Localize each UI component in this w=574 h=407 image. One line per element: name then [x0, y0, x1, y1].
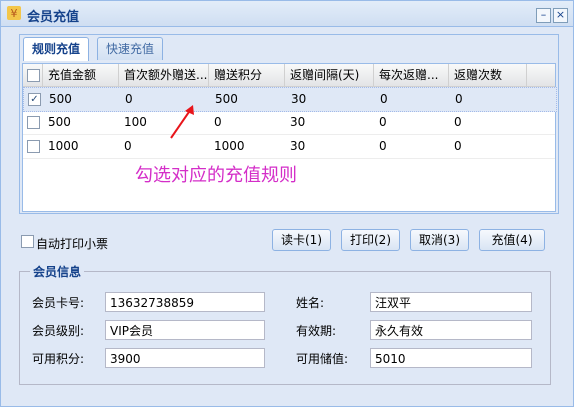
- table-cell: 30: [290, 139, 306, 153]
- arrow-icon: [170, 105, 194, 139]
- col-header[interactable]: 返赠次数: [449, 64, 527, 86]
- cancel-button[interactable]: 取消(3): [410, 229, 469, 251]
- rules-grid: 充值金额 首次额外赠送... 赠送积分 返赠间隔(天) 每次返赠... 返赠次数…: [22, 63, 557, 212]
- tab-panel: 规则充值 快速充值 充值金额 首次额外赠送... 赠送积分 返赠间隔(天) 每次…: [19, 34, 559, 214]
- auto-print-checkbox[interactable]: [21, 235, 34, 248]
- table-cell: 0: [125, 92, 133, 106]
- card-number-field[interactable]: 13632738859: [105, 292, 265, 312]
- table-cell: 30: [291, 92, 307, 106]
- table-cell: 1000: [48, 139, 79, 153]
- table-cell: 100: [124, 115, 147, 129]
- read-card-button[interactable]: 读卡(1): [272, 229, 331, 251]
- tab-quick-recharge[interactable]: 快速充值: [97, 37, 164, 60]
- name-field[interactable]: 汪双平: [370, 292, 532, 312]
- table-cell: 0: [124, 139, 132, 153]
- member-level-label: 会员级别:: [32, 324, 85, 338]
- member-info-title: 会员信息: [30, 263, 85, 280]
- card-number-label: 会员卡号:: [32, 296, 85, 310]
- table-cell: 500: [215, 92, 238, 106]
- yen-icon: ¥: [7, 6, 21, 20]
- recharge-window: ¥ 会员充值 – × 规则充值 快速充值 充值金额 首次额外赠送... 赠送积分…: [0, 0, 574, 407]
- points-label: 可用积分:: [32, 352, 85, 366]
- balance-field[interactable]: 5010: [370, 348, 532, 368]
- table-cell: 0: [379, 115, 387, 129]
- table-cell: 30: [290, 115, 306, 129]
- row-checkbox[interactable]: [27, 116, 40, 129]
- table-cell: 0: [454, 139, 462, 153]
- svg-text:¥: ¥: [11, 7, 18, 20]
- table-row[interactable]: 500 100 0 30 0 0: [23, 111, 555, 135]
- minimize-icon[interactable]: –: [536, 8, 551, 23]
- row-checkbox[interactable]: [27, 140, 40, 153]
- table-row[interactable]: ✓ 500 0 500 30 0 0: [23, 87, 557, 112]
- col-header[interactable]: 每次返赠...: [374, 64, 449, 86]
- member-level-field[interactable]: VIP会员: [105, 320, 265, 340]
- table-cell: 0: [380, 92, 388, 106]
- validity-field[interactable]: 永久有效: [370, 320, 532, 340]
- recharge-button[interactable]: 充值(4): [479, 229, 545, 251]
- table-cell: 1000: [214, 139, 245, 153]
- table-cell: 500: [48, 115, 71, 129]
- col-header[interactable]: 赠送积分: [209, 64, 285, 86]
- table-cell: 0: [379, 139, 387, 153]
- col-header[interactable]: 首次额外赠送...: [119, 64, 209, 86]
- tab-strip: 规则充值 快速充值: [20, 35, 558, 61]
- balance-label: 可用储值:: [296, 352, 349, 366]
- tab-rule-recharge[interactable]: 规则充值: [23, 37, 90, 61]
- col-header[interactable]: 充值金额: [43, 64, 119, 86]
- select-all-checkbox[interactable]: [27, 69, 40, 82]
- table-cell: 0: [454, 115, 462, 129]
- member-info-fieldset: 会员信息 会员卡号: 13632738859 姓名: 汪双平 会员级别: VIP…: [19, 263, 551, 385]
- name-label: 姓名:: [296, 296, 325, 310]
- validity-label: 有效期:: [296, 324, 337, 338]
- points-field[interactable]: 3900: [105, 348, 265, 368]
- select-all-cell[interactable]: [23, 64, 43, 86]
- table-cell: 0: [214, 115, 222, 129]
- row-checkbox[interactable]: ✓: [28, 93, 41, 106]
- auto-print-label: 自动打印小票: [36, 237, 109, 251]
- title-bar: ¥ 会员充值 – ×: [1, 1, 573, 27]
- col-header[interactable]: 返赠间隔(天): [285, 64, 374, 86]
- print-button[interactable]: 打印(2): [341, 229, 400, 251]
- close-icon[interactable]: ×: [553, 8, 568, 23]
- annotation-text: 勾选对应的充值规则: [135, 165, 297, 186]
- table-cell: 0: [455, 92, 463, 106]
- window-title: 会员充值: [27, 10, 80, 25]
- grid-header: 充值金额 首次额外赠送... 赠送积分 返赠间隔(天) 每次返赠... 返赠次数: [23, 64, 555, 87]
- table-row[interactable]: 1000 0 1000 30 0 0: [23, 135, 555, 159]
- table-cell: 500: [49, 92, 72, 106]
